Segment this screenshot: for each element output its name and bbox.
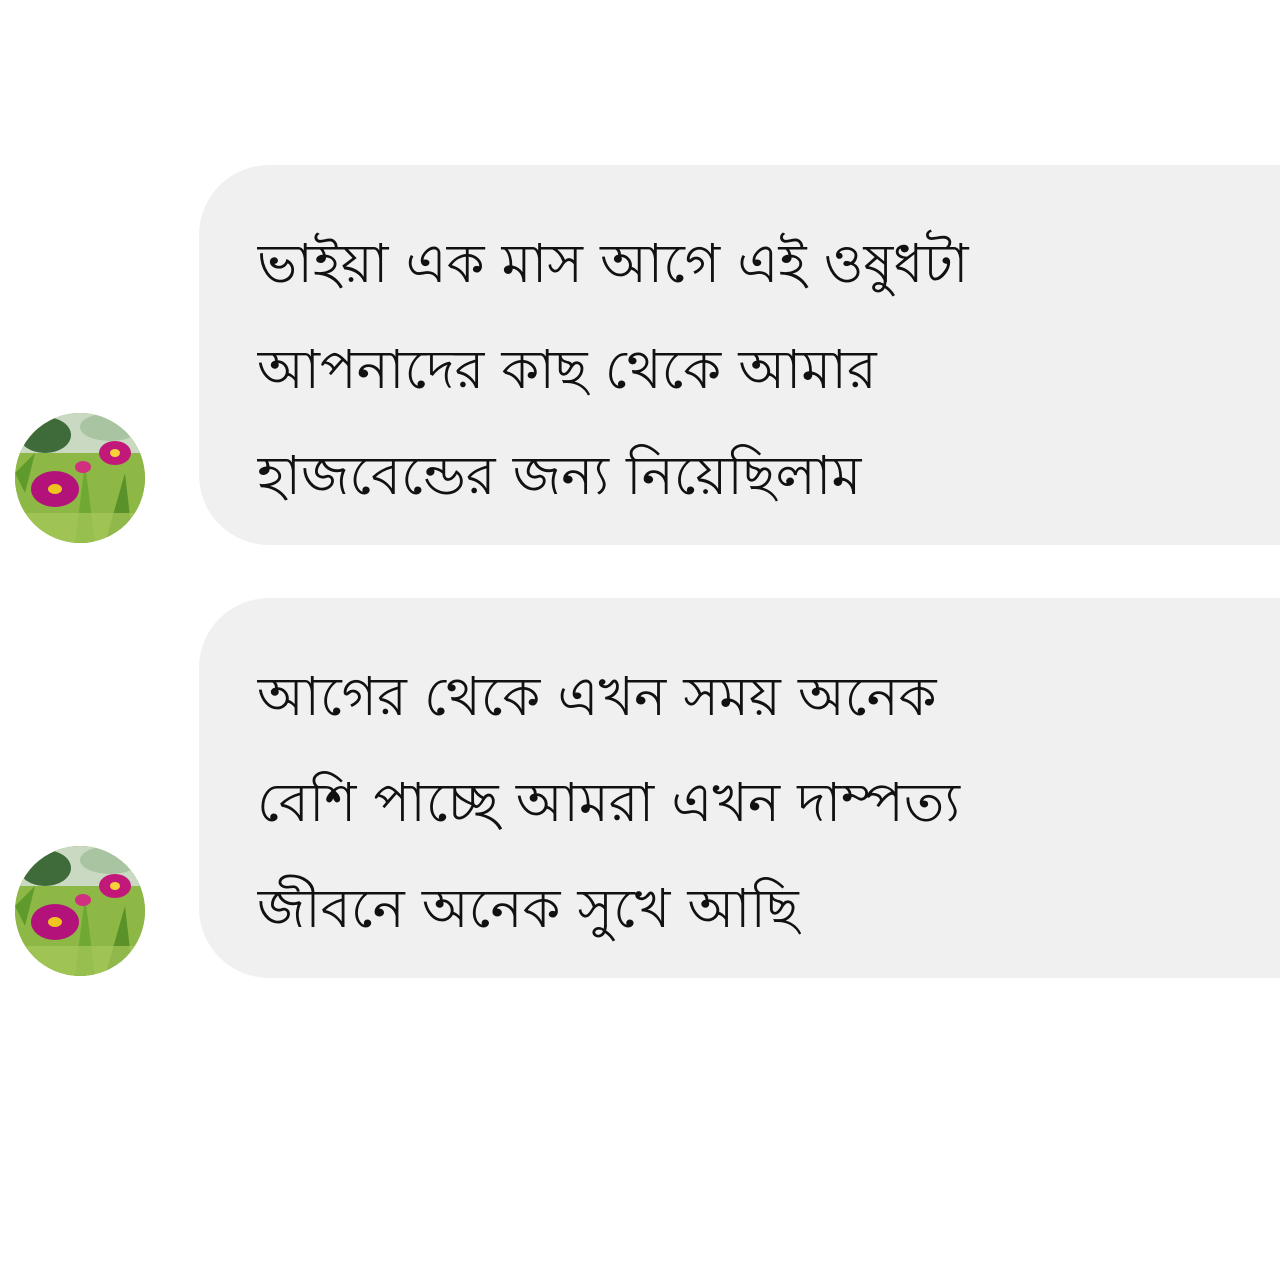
message-line: আগের থেকে এখন সময় অনেক	[257, 665, 937, 728]
message-line: বেশি পাচ্ছে আমরা এখন দাম্পত্য	[257, 771, 961, 834]
message-row: ভাইয়া এক মাস আগে এই ওষুধটা আপনাদের কাছ …	[0, 165, 1280, 545]
avatar[interactable]	[15, 413, 145, 543]
message-bubble[interactable]: ভাইয়া এক মাস আগে এই ওষুধটা আপনাদের কাছ …	[199, 165, 1280, 545]
message-bubble[interactable]: আগের থেকে এখন সময় অনেক বেশি পাচ্ছে আমরা…	[199, 598, 1280, 978]
flower-avatar-icon	[15, 413, 145, 543]
message-text: ভাইয়া এক মাস আগে এই ওষুধটা আপনাদের কাছ …	[257, 211, 1260, 529]
message-line: জীবনে অনেক সুখে আছি	[257, 877, 799, 940]
flower-avatar-icon	[15, 846, 145, 976]
message-line: ভাইয়া এক মাস আগে এই ওষুধটা	[257, 232, 969, 295]
message-line: আপনাদের কাছ থেকে আমার	[257, 338, 877, 401]
message-text: আগের থেকে এখন সময় অনেক বেশি পাচ্ছে আমরা…	[257, 644, 1260, 962]
avatar[interactable]	[15, 846, 145, 976]
message-row: আগের থেকে এখন সময় অনেক বেশি পাচ্ছে আমরা…	[0, 598, 1280, 978]
message-line: হাজবেন্ডের জন্য নিয়েছিলাম	[257, 444, 862, 507]
chat-thread: ভাইয়া এক মাস আগে এই ওষুধটা আপনাদের কাছ …	[0, 0, 1280, 1280]
